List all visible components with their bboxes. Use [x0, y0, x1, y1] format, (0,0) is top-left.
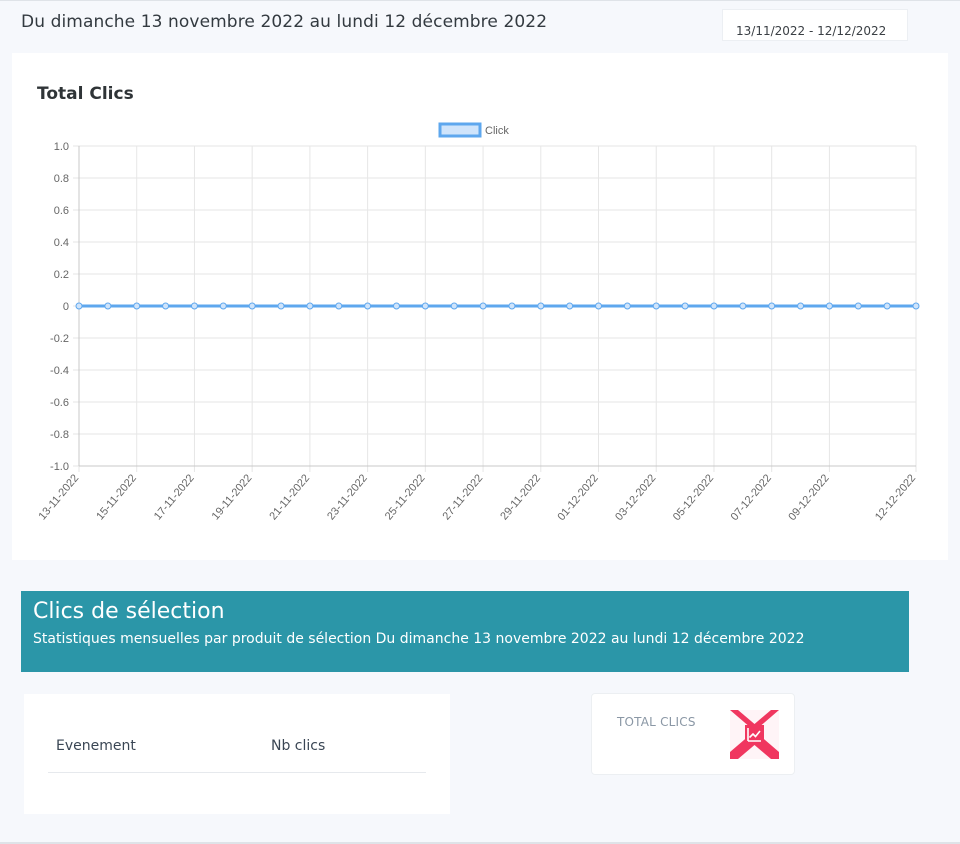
data-point — [508, 302, 516, 310]
y-tick-label: 0 — [63, 301, 69, 313]
x-tick-label: 23-11-2022 — [325, 472, 370, 522]
data-point — [392, 302, 400, 310]
total-clicks-chart: 1.0 0.8 0.6 0.4 0.2 0 -0.2 -0.4 -0.6 -0.8 -1.013-1… — [36, 122, 920, 523]
x-tick-label: 17-11-2022 — [152, 472, 197, 522]
x-tick-label: 07-12-2022 — [729, 472, 774, 523]
data-point — [710, 302, 718, 310]
data-point — [133, 302, 141, 310]
legend-swatch — [438, 122, 482, 138]
data-point — [652, 302, 660, 310]
y-tick-label: 0.8 — [54, 173, 69, 185]
top-border — [0, 0, 960, 1]
y-tick-label: -0.4 — [50, 365, 69, 377]
x-tick-label: 03-12-2022 — [613, 472, 658, 523]
x-tick-label: 21-11-2022 — [267, 472, 312, 522]
x-tick-label: 19-11-2022 — [210, 472, 255, 522]
x-tick-label: 15-11-2022 — [94, 472, 139, 522]
data-point — [450, 302, 458, 310]
data-point — [797, 302, 805, 310]
data-point — [854, 302, 862, 310]
y-tick-label: -0.6 — [50, 397, 69, 409]
data-point — [912, 302, 920, 310]
data-point — [104, 302, 112, 310]
column-header-clicks: Nb clics — [271, 738, 326, 754]
banner-title: Clics de sélection — [33, 599, 225, 624]
events-table: Evenement Nb clics — [24, 694, 450, 814]
data-point — [219, 302, 227, 310]
chart-card: Total Clics 1.0 0.8 0.6 0.4 0.2 0 -0.2 -0.4 -0.6… — [12, 53, 948, 560]
data-point — [421, 302, 429, 310]
chart-icon — [730, 710, 779, 759]
data-point — [306, 302, 314, 310]
legend-label: Click — [485, 125, 509, 137]
y-tick-label: -0.2 — [50, 333, 69, 345]
data-point — [681, 302, 689, 310]
data-point — [739, 302, 747, 310]
data-point — [566, 302, 574, 310]
selection-clicks-banner: Clics de sélection Statistiques mensuell… — [21, 591, 909, 672]
x-tick-label: 13-11-2022 — [36, 472, 81, 522]
banner-subtitle: Statistiques mensuelles par produit de s… — [33, 631, 805, 647]
data-point — [479, 302, 487, 310]
x-tick-label: 01-12-2022 — [555, 472, 600, 523]
y-tick-label: -1.0 — [50, 461, 69, 473]
y-tick-label: 1.0 — [54, 141, 69, 153]
x-tick-label: 29-11-2022 — [498, 472, 543, 522]
data-point — [75, 302, 83, 310]
y-tick-label: 0.4 — [54, 237, 69, 249]
table-header-divider — [48, 772, 426, 773]
data-point — [162, 302, 170, 310]
total-clicks-card: TOTAL CLICS — [591, 693, 795, 775]
data-point — [595, 302, 603, 310]
x-tick-label: 12-12-2022 — [873, 472, 918, 523]
data-point — [277, 302, 285, 310]
page-title: Du dimanche 13 novembre 2022 au lundi 12… — [21, 12, 548, 32]
data-point — [623, 302, 631, 310]
data-point — [825, 302, 833, 310]
x-tick-label: 05-12-2022 — [671, 472, 716, 523]
x-tick-label: 09-12-2022 — [786, 472, 831, 523]
data-point — [364, 302, 372, 310]
y-tick-label: -0.8 — [50, 429, 69, 441]
data-point — [883, 302, 891, 310]
data-point — [248, 302, 256, 310]
y-tick-label: 0.6 — [54, 205, 69, 217]
data-point — [190, 302, 198, 310]
date-range-picker[interactable]: 13/11/2022 - 12/12/2022 — [722, 9, 908, 41]
x-tick-label: 25-11-2022 — [383, 472, 428, 522]
data-point — [537, 302, 545, 310]
x-tick-label: 27-11-2022 — [441, 472, 486, 522]
data-point — [768, 302, 776, 310]
y-tick-label: 0.2 — [54, 269, 69, 281]
data-point — [335, 302, 343, 310]
total-clicks-label: TOTAL CLICS — [617, 715, 696, 729]
column-header-event: Evenement — [56, 738, 136, 754]
